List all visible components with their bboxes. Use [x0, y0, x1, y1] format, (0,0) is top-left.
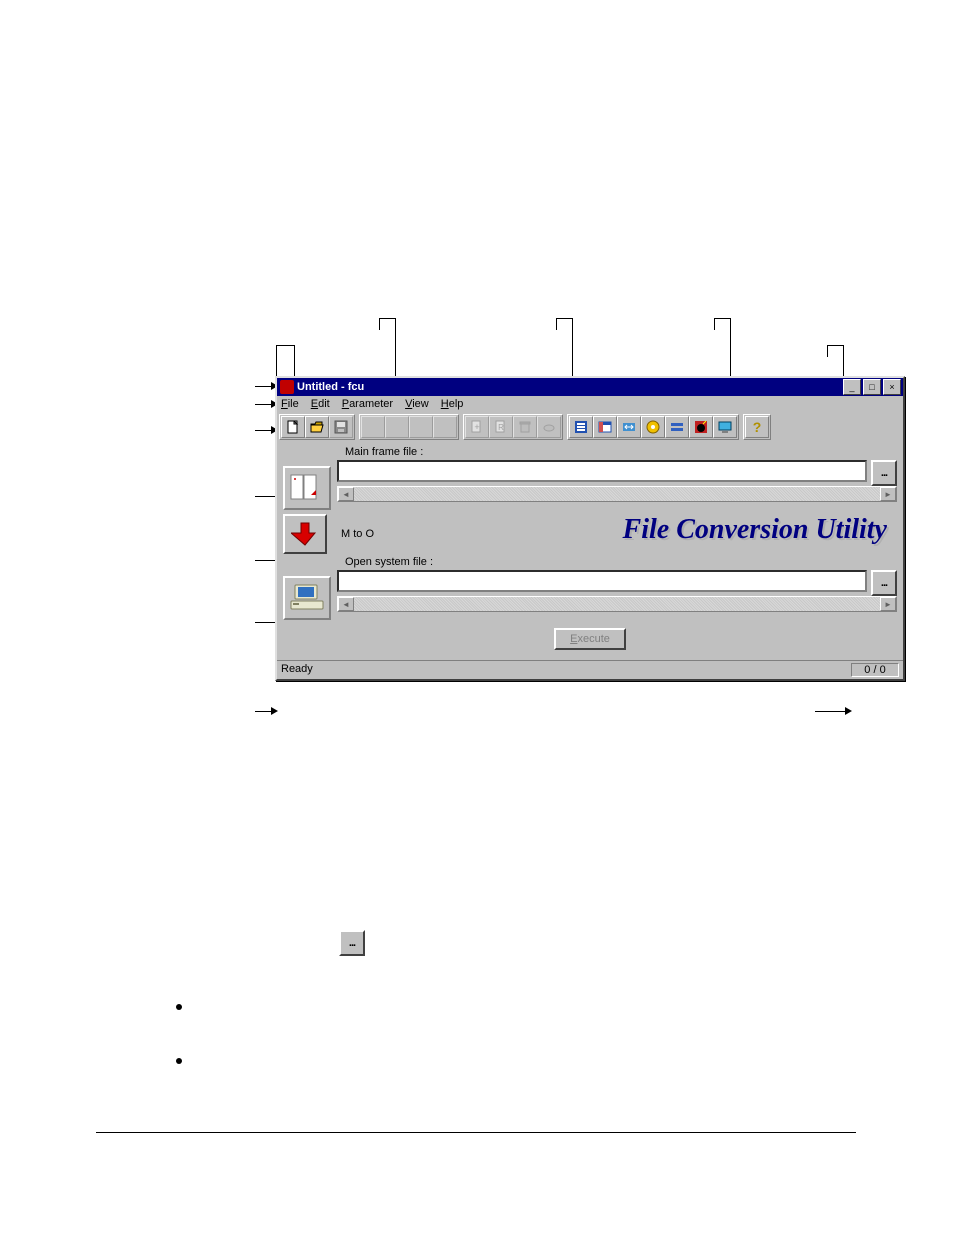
toolbar: + R — [277, 412, 903, 442]
toolbar-group-options — [567, 414, 739, 440]
swap-icon — [621, 419, 637, 435]
menubar: File Edit Parameter View Help — [277, 396, 903, 412]
menu-view[interactable]: View — [405, 398, 429, 410]
mainframe-label: Main frame file : — [345, 446, 897, 458]
maximize-button[interactable]: □ — [863, 379, 881, 395]
inline-browse-icon: ... — [339, 930, 365, 956]
app-icon — [280, 380, 294, 394]
toolbar-group-page: + R — [463, 414, 563, 440]
disc-icon — [645, 419, 661, 435]
trash-icon — [517, 419, 533, 435]
page-btn-4[interactable] — [537, 416, 561, 438]
svg-text:+: + — [474, 422, 479, 432]
toolbar-group-edit — [359, 414, 459, 440]
open-system-icon-box — [283, 576, 331, 620]
new-icon — [285, 419, 301, 435]
page-btn-1[interactable]: + — [465, 416, 489, 438]
open-file-label: Open system file : — [345, 556, 897, 568]
mainframe-icon-box — [283, 466, 331, 510]
save-icon — [333, 419, 349, 435]
direction-button[interactable] — [283, 514, 327, 554]
help-button[interactable]: ? — [745, 416, 769, 438]
computer-icon — [289, 583, 325, 613]
edit-btn-1[interactable] — [361, 416, 385, 438]
titlebar[interactable]: Untitled - fcu _ □ × — [277, 378, 903, 396]
execute-button[interactable]: Execute — [554, 628, 626, 650]
open-folder-icon — [309, 419, 325, 435]
minimize-button[interactable]: _ — [843, 379, 861, 395]
direction-label: M to O — [341, 528, 374, 540]
window-title: Untitled - fcu — [297, 381, 841, 393]
scroll-right-icon[interactable]: ► — [880, 597, 896, 611]
svg-text:?: ? — [753, 419, 762, 435]
menu-help[interactable]: Help — [441, 398, 464, 410]
bomb-icon — [693, 419, 709, 435]
menu-file[interactable]: File — [281, 398, 299, 410]
opt-btn-3[interactable] — [617, 416, 641, 438]
scroll-left-icon[interactable]: ◄ — [338, 597, 354, 611]
bars-icon — [669, 419, 685, 435]
new-button[interactable] — [281, 416, 305, 438]
status-progress: 0 / 0 — [851, 663, 899, 677]
open-button[interactable] — [305, 416, 329, 438]
open-system-file-input[interactable] — [337, 570, 867, 592]
toolbar-group-help: ? — [743, 414, 771, 440]
doc-plus-icon: + — [469, 419, 485, 435]
mainframe-browse-button[interactable]: ... — [871, 460, 897, 486]
pages-icon — [290, 473, 324, 503]
save-button[interactable] — [329, 416, 353, 438]
edit-btn-2[interactable] — [385, 416, 409, 438]
opt-btn-7[interactable] — [713, 416, 737, 438]
down-arrow-icon — [291, 520, 319, 548]
scroll-right-icon[interactable]: ► — [880, 487, 896, 501]
edit-btn-4[interactable] — [433, 416, 457, 438]
doc-r-icon: R — [493, 419, 509, 435]
opt-btn-5[interactable] — [665, 416, 689, 438]
close-button[interactable]: × — [883, 379, 901, 395]
opt-btn-2[interactable] — [593, 416, 617, 438]
menu-edit[interactable]: Edit — [311, 398, 330, 410]
open-system-scrollbar[interactable]: ◄ ► — [337, 596, 897, 612]
edit-btn-3[interactable] — [409, 416, 433, 438]
menu-parameter[interactable]: Parameter — [342, 398, 393, 410]
layout-icon — [597, 419, 613, 435]
page-btn-3[interactable] — [513, 416, 537, 438]
cloud-icon — [541, 419, 557, 435]
client-area: Main frame file : ... — [277, 442, 903, 660]
app-window: Untitled - fcu _ □ × File Edit Parameter… — [275, 376, 905, 681]
status-text: Ready — [281, 663, 847, 677]
statusbar: Ready 0 / 0 — [277, 660, 903, 679]
help-icon: ? — [749, 419, 765, 435]
product-title: File Conversion Utility — [623, 514, 887, 546]
monitor-icon — [717, 419, 733, 435]
list-icon — [573, 419, 589, 435]
mainframe-scrollbar[interactable]: ◄ ► — [337, 486, 897, 502]
scroll-left-icon[interactable]: ◄ — [338, 487, 354, 501]
svg-text:R: R — [498, 423, 504, 432]
page-btn-2[interactable]: R — [489, 416, 513, 438]
open-system-browse-button[interactable]: ... — [871, 570, 897, 596]
opt-btn-4[interactable] — [641, 416, 665, 438]
opt-btn-6[interactable] — [689, 416, 713, 438]
mainframe-file-input[interactable] — [337, 460, 867, 482]
toolbar-group-file — [279, 414, 355, 440]
opt-btn-1[interactable] — [569, 416, 593, 438]
